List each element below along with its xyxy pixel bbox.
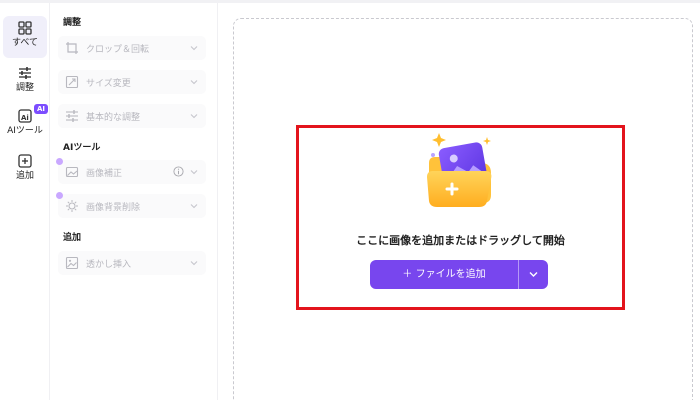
left-rail: すべて 調整 Ai AI AIツール 追加: [0, 3, 50, 400]
chevron-down-icon: [190, 170, 198, 175]
section-title-add: 追加: [63, 233, 82, 243]
chevron-down-icon: [190, 204, 198, 209]
tool-label: 画像補正: [86, 169, 123, 179]
tool-label: 透かし挿入: [86, 260, 132, 270]
tool-image-enhance[interactable]: 画像補正: [56, 158, 206, 184]
folder-image-icon: [427, 133, 492, 207]
rail-item-adjust[interactable]: 調整: [3, 61, 47, 103]
chevron-down-icon: [190, 261, 198, 266]
drop-instruction: ここに画像を追加またはドラッグして開始: [356, 234, 565, 247]
chevron-down-icon: [529, 272, 538, 277]
add-file-button[interactable]: ＋ ファイルを追加: [370, 260, 518, 289]
tools-panel: 調整 クロップ＆回転 サイズ変更 基本的な調整 AIツール 画像補正 画像背景削…: [50, 3, 218, 400]
tool-watermark[interactable]: 透かし挿入: [58, 251, 206, 275]
ai-tool-icon: Ai: [18, 109, 32, 123]
rail-item-ai-tools[interactable]: Ai AI AIツール: [3, 104, 48, 146]
resize-icon: [65, 75, 79, 89]
tool-crop-rotate[interactable]: クロップ＆回転: [58, 36, 206, 60]
tool-basic-adjust[interactable]: 基本的な調整: [58, 104, 206, 128]
rail-label-all: すべて: [11, 38, 38, 48]
new-indicator: [56, 158, 63, 165]
chevron-down-icon: [190, 114, 198, 119]
sliders-icon: [19, 67, 31, 79]
plus-square-icon: [18, 154, 32, 168]
info-icon[interactable]: [173, 166, 184, 177]
tool-label: 基本的な調整: [86, 113, 141, 123]
new-indicator: [56, 192, 63, 199]
chevron-down-icon: [190, 80, 198, 85]
chevron-down-icon: [190, 46, 198, 51]
tool-label: クロップ＆回転: [86, 45, 150, 55]
watermark-icon: [65, 256, 79, 270]
section-title-ai-tools: AIツール: [63, 143, 101, 153]
tool-label: 画像背景削除: [86, 203, 141, 213]
add-options-dropdown[interactable]: [519, 260, 548, 289]
tool-label: サイズ変更: [86, 79, 131, 89]
rail-item-all[interactable]: すべて: [3, 16, 47, 58]
image-enhance-icon: [65, 166, 79, 178]
rail-label-ai-tools: AIツール: [7, 126, 43, 136]
tool-resize[interactable]: サイズ変更: [58, 70, 206, 94]
crop-icon: [66, 42, 78, 54]
add-file-button-group: ＋ ファイルを追加: [370, 260, 548, 289]
rail-label-add: 追加: [15, 171, 34, 181]
rail-item-add[interactable]: 追加: [3, 149, 47, 191]
tool-background-remove[interactable]: 画像背景削除: [56, 192, 206, 218]
sliders-icon: [66, 110, 78, 122]
svg-text:Ai: Ai: [21, 114, 29, 122]
section-title-adjust: 調整: [63, 18, 82, 28]
grid-icon: [18, 21, 32, 35]
background-remove-icon: [66, 200, 78, 212]
rail-label-adjust: 調整: [15, 83, 34, 93]
ai-badge: AI: [34, 104, 48, 114]
